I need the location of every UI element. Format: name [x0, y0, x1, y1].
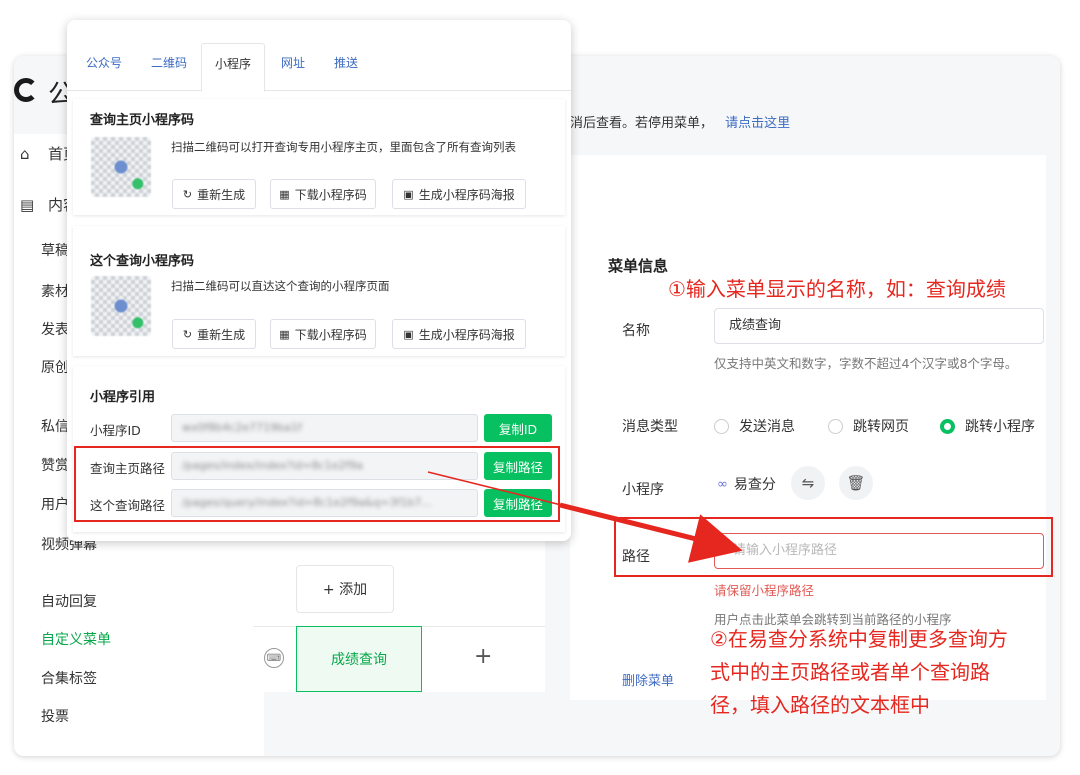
arrow-thick: [559, 502, 743, 563]
annotation-arrow: [427, 471, 743, 563]
